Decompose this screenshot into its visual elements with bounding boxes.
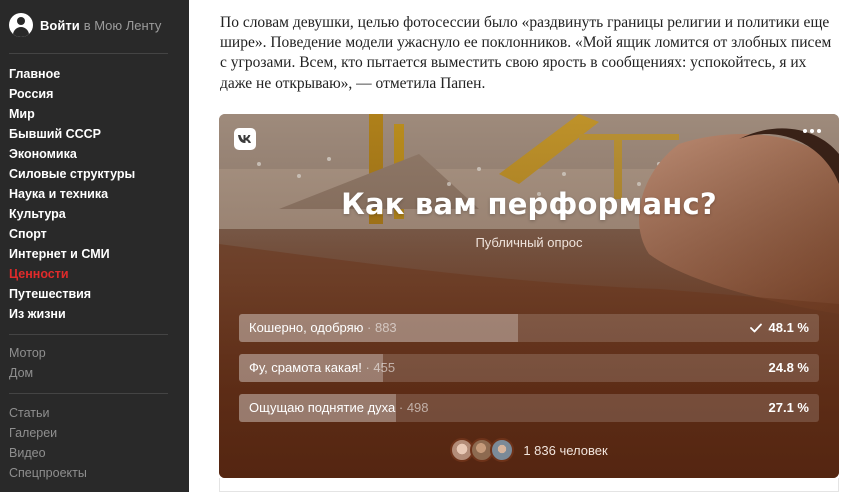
poll-answer[interactable]: Кошерно, одобряю · 883 48.1 % [239, 314, 819, 342]
poll-answer-text: Фу, срамота какая! · 455 [249, 354, 395, 382]
nav-item-video[interactable]: Видео [9, 443, 87, 463]
poll-answer-percent: 48.1 % [768, 320, 809, 335]
poll-answer-percent: 27.1 % [768, 400, 809, 415]
poll-answer[interactable]: Фу, срамота какая! · 455 24.8 % [239, 354, 819, 382]
poll-answer-separator: · [361, 360, 374, 375]
nav-item-security[interactable]: Силовые структуры [9, 164, 135, 184]
poll-background-photo [219, 114, 839, 478]
article-paragraph: По словам девушки, целью фотосессии было… [220, 14, 832, 92]
widget-footer [219, 478, 839, 492]
poll-answer-label: Кошерно, одобряю [249, 320, 364, 335]
nav-item-values[interactable]: Ценности [9, 264, 135, 284]
vk-poll-widget: Как вам перформанс? Публичный опрос Коше… [219, 114, 839, 478]
nav-item-media[interactable]: Интернет и СМИ [9, 244, 135, 264]
poll-answer-count: 883 [374, 320, 397, 335]
poll-answer-label: Фу, срамота какая! [249, 360, 362, 375]
nav-item-economy[interactable]: Экономика [9, 144, 135, 164]
login-label[interactable]: Войти [40, 18, 80, 33]
nav-item-world[interactable]: Мир [9, 104, 135, 124]
poll-answer-label: Ощущаю поднятие духа [249, 400, 396, 415]
nav-item-main[interactable]: Главное [9, 64, 135, 84]
poll-answer-separator: · [395, 400, 407, 415]
poll-answer-separator: · [363, 320, 375, 335]
nav-item-russia[interactable]: Россия [9, 84, 135, 104]
login-link[interactable]: Войти в Мою Ленту [9, 12, 161, 38]
sidebar-divider [9, 393, 168, 394]
poll-answer-text: Ощущаю поднятие духа · 498 [249, 394, 429, 422]
voter-avatars [450, 438, 515, 462]
nav-item-home[interactable]: Дом [9, 363, 46, 383]
user-icon [9, 13, 33, 37]
nav-item-motor[interactable]: Мотор [9, 343, 46, 363]
sidebar: Войти в Мою Ленту Главное Россия Мир Бывший… [0, 0, 189, 492]
poll-answer-result: 48.1 % [749, 314, 809, 342]
poll-answer-result: 27.1 % [769, 394, 809, 422]
main-nav: Главное Россия Мир Бывший СССР Экономика Сило… [9, 64, 135, 324]
voters-count: 1 836 человек [523, 442, 608, 458]
nav-item-articles[interactable]: Статьи [9, 403, 87, 423]
poll-answer-percent: 24.8 % [768, 360, 809, 375]
poll-answer-text: Кошерно, одобряю · 883 [249, 314, 397, 342]
tertiary-nav: Статьи Галереи Видео Спецпроекты [9, 403, 87, 483]
login-suffix[interactable]: в Мою Ленту [84, 18, 162, 33]
poll-answer[interactable]: Ощущаю поднятие духа · 498 27.1 % [239, 394, 819, 422]
more-options-icon[interactable] [803, 129, 821, 133]
poll-title: Как вам перформанс? [341, 187, 717, 221]
voter-avatar [490, 438, 515, 462]
nav-item-galleries[interactable]: Галереи [9, 423, 87, 443]
nav-item-life[interactable]: Из жизни [9, 304, 135, 324]
nav-item-sport[interactable]: Спорт [9, 224, 135, 244]
nav-item-culture[interactable]: Культура [9, 204, 135, 224]
poll-subtitle: Публичный опрос [475, 235, 583, 250]
nav-item-science[interactable]: Наука и техника [9, 184, 135, 204]
nav-item-former-ussr[interactable]: Бывший СССР [9, 124, 135, 144]
checkmark-icon [749, 323, 762, 333]
nav-item-travel[interactable]: Путешествия [9, 284, 135, 304]
sidebar-divider [9, 53, 168, 54]
poll-answer-count: 455 [373, 360, 396, 375]
poll-answer-result: 24.8 % [769, 354, 809, 382]
poll-voters[interactable]: 1 836 человек [219, 438, 839, 462]
vk-logo-icon[interactable] [234, 128, 256, 150]
poll-answer-count: 498 [406, 400, 429, 415]
nav-item-specials[interactable]: Спецпроекты [9, 463, 87, 483]
secondary-nav: Мотор Дом [9, 343, 46, 383]
sidebar-divider [9, 334, 168, 335]
